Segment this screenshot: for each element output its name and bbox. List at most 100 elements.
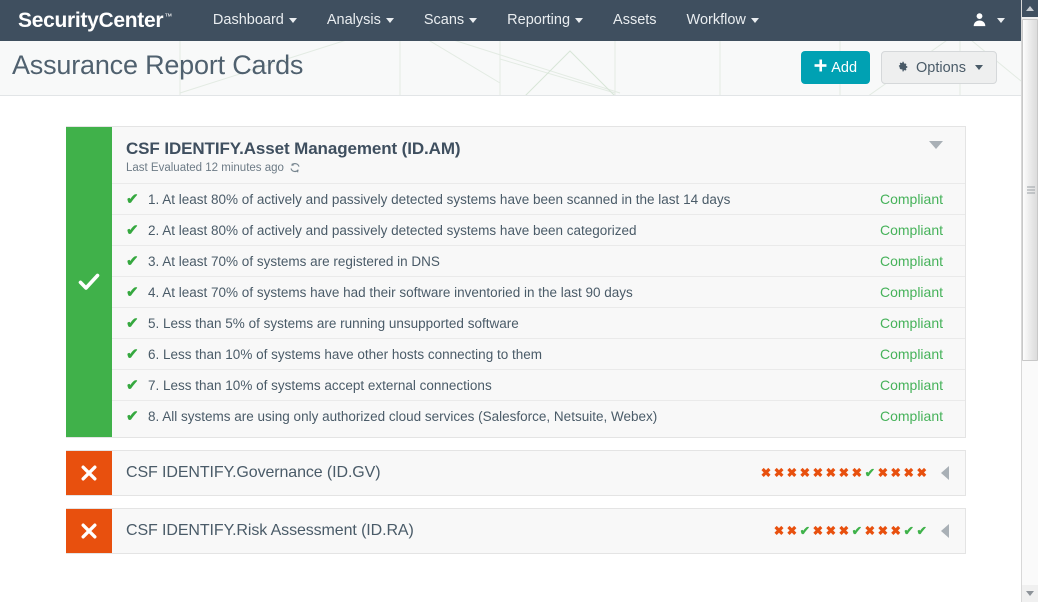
- chevron-down-icon: [385, 17, 394, 23]
- nav-item-dashboard[interactable]: Dashboard: [198, 0, 312, 41]
- check-icon: ✔: [126, 376, 139, 394]
- policy-text: 4. At least 70% of systems have had thei…: [148, 284, 633, 300]
- policy-text: 3. At least 70% of systems are registere…: [148, 253, 440, 269]
- mini-x-icon: ✖: [825, 465, 837, 480]
- chevron-left-icon[interactable]: [941, 524, 949, 538]
- policy-row[interactable]: ✔ 5. Less than 5% of systems are running…: [112, 307, 965, 338]
- scroll-up-button[interactable]: [1022, 0, 1038, 17]
- chevron-down-icon[interactable]: [929, 141, 943, 149]
- chevron-down-icon: [288, 17, 297, 23]
- arc-card-title: CSF IDENTIFY.Risk Assessment (ID.RA): [126, 522, 414, 539]
- mini-x-icon: ✖: [799, 465, 811, 480]
- nav-item-scans[interactable]: Scans: [409, 0, 492, 41]
- check-icon: ✔: [126, 407, 139, 425]
- securitycenter-logo[interactable]: SecurityCenter™: [18, 9, 172, 33]
- arc-card-asset-management: CSF IDENTIFY.Asset Management (ID.AM) La…: [66, 126, 966, 438]
- mini-x-icon: ✖: [773, 523, 785, 538]
- options-button-label: Options: [916, 59, 966, 76]
- mini-x-icon: ✖: [877, 523, 889, 538]
- arc-card-body: CSF IDENTIFY.Risk Assessment (ID.RA) ✖ ✖ ✔…: [112, 509, 965, 553]
- check-icon: ✔: [126, 283, 139, 301]
- policy-row[interactable]: ✔ 7. Less than 10% of systems accept ext…: [112, 369, 965, 400]
- check-icon: ✔: [126, 345, 139, 363]
- mini-x-icon: ✖: [760, 465, 772, 480]
- status-badge-fail: [66, 451, 112, 495]
- nav-item-label: Assets: [613, 12, 657, 28]
- check-icon: ✔: [126, 314, 139, 332]
- x-icon: [81, 523, 97, 539]
- browser-viewport: SecurityCenter™ Dashboard Analysis Scans…: [0, 0, 1021, 602]
- arc-card-governance[interactable]: CSF IDENTIFY.Governance (ID.GV) ✖ ✖ ✖ ✖ ✖ ✖ ✖ ✖…: [66, 450, 966, 496]
- vertical-scrollbar[interactable]: [1021, 0, 1038, 602]
- nav-item-analysis[interactable]: Analysis: [312, 0, 409, 41]
- policy-result: Compliant: [879, 346, 943, 362]
- policy-row[interactable]: ✔ 6. Less than 10% of systems have other…: [112, 338, 965, 369]
- nav-item-assets[interactable]: Assets: [598, 0, 672, 41]
- x-icon: [81, 465, 97, 481]
- add-button-label: Add: [831, 59, 858, 76]
- arc-card-subtitle: Last Evaluated 12 minutes ago: [126, 162, 947, 174]
- last-evaluated-text: Last Evaluated 12 minutes ago: [126, 162, 284, 174]
- nav-item-label: Reporting: [507, 12, 571, 28]
- mini-x-icon: ✖: [838, 523, 850, 538]
- arc-card-header[interactable]: CSF IDENTIFY.Asset Management (ID.AM) La…: [112, 127, 965, 183]
- scrollbar-thumb[interactable]: [1022, 19, 1038, 361]
- arc-card-title: CSF IDENTIFY.Governance (ID.GV): [126, 464, 381, 481]
- chevron-down-icon: [997, 18, 1005, 23]
- refresh-icon[interactable]: [289, 162, 301, 174]
- policy-statement-list: ✔ 1. At least 80% of actively and passiv…: [112, 183, 965, 437]
- mini-check-icon: ✔: [903, 523, 915, 538]
- brand-text: SecurityCenter: [18, 8, 164, 32]
- nav-item-list: Dashboard Analysis Scans Reporting Asset…: [198, 0, 774, 41]
- page-header-band: Assurance Report Cards Add Options: [0, 41, 1021, 96]
- chevron-down-icon: [575, 17, 584, 23]
- mini-x-icon: ✖: [786, 523, 798, 538]
- policy-result: Compliant: [879, 284, 943, 300]
- check-icon: ✔: [126, 221, 139, 239]
- policy-summary-strip: ✖ ✖ ✖ ✖ ✖ ✖ ✖ ✖ ✔ ✖ ✖ ✖ ✖: [761, 467, 927, 480]
- arc-card-title: CSF IDENTIFY.Asset Management (ID.AM): [126, 139, 461, 158]
- mini-x-icon: ✖: [903, 465, 915, 480]
- arc-card-body: CSF IDENTIFY.Governance (ID.GV) ✖ ✖ ✖ ✖ ✖ ✖ ✖ ✖…: [112, 451, 965, 495]
- policy-row[interactable]: ✔ 3. At least 70% of systems are registe…: [112, 245, 965, 276]
- policy-row[interactable]: ✔ 4. At least 70% of systems have had th…: [112, 276, 965, 307]
- policy-row[interactable]: ✔ 2. At least 80% of actively and passiv…: [112, 214, 965, 245]
- chevron-left-icon[interactable]: [941, 466, 949, 480]
- scroll-down-arrow-icon: [1026, 591, 1034, 596]
- mini-x-icon: ✖: [825, 523, 837, 538]
- policy-text: 2. At least 80% of actively and passivel…: [148, 222, 637, 238]
- arc-card-list: CSF IDENTIFY.Asset Management (ID.AM) La…: [0, 96, 1021, 602]
- mini-x-icon: ✖: [812, 523, 824, 538]
- policy-text: 5. Less than 5% of systems are running u…: [148, 315, 519, 331]
- arc-card-risk-assessment[interactable]: CSF IDENTIFY.Risk Assessment (ID.RA) ✖ ✖ ✔…: [66, 508, 966, 554]
- options-button[interactable]: Options: [881, 51, 997, 84]
- policy-result: Compliant: [879, 315, 943, 331]
- app-window: SecurityCenter™ Dashboard Analysis Scans…: [0, 0, 1038, 602]
- scroll-down-button[interactable]: [1022, 585, 1038, 602]
- policy-row[interactable]: ✔ 8. All systems are using only authoriz…: [112, 400, 965, 431]
- policy-row[interactable]: ✔ 1. At least 80% of actively and passiv…: [112, 183, 965, 214]
- nav-item-label: Analysis: [326, 12, 381, 28]
- mini-x-icon: ✖: [773, 465, 785, 480]
- policy-text: 8. All systems are using only authorized…: [148, 408, 658, 424]
- nav-item-label: Workflow: [686, 12, 746, 28]
- add-button[interactable]: Add: [801, 51, 871, 84]
- chevron-down-icon: [469, 17, 478, 23]
- mini-x-icon: ✖: [838, 465, 850, 480]
- user-icon: [972, 12, 987, 30]
- trademark-mark: ™: [164, 11, 172, 21]
- status-badge-pass: [66, 127, 112, 437]
- nav-item-workflow[interactable]: Workflow: [672, 0, 774, 41]
- page-title: Assurance Report Cards: [12, 50, 304, 80]
- scrollbar-track[interactable]: [1022, 361, 1038, 585]
- policy-result: Compliant: [879, 253, 943, 269]
- check-icon: ✔: [126, 252, 139, 270]
- nav-item-label: Scans: [423, 12, 465, 28]
- mini-x-icon: ✖: [890, 465, 902, 480]
- user-menu[interactable]: [972, 12, 1021, 30]
- nav-item-label: Dashboard: [212, 12, 284, 28]
- policy-result: Compliant: [879, 408, 943, 424]
- top-navigation-bar: SecurityCenter™ Dashboard Analysis Scans…: [0, 0, 1021, 41]
- chevron-down-icon: [975, 65, 983, 70]
- nav-item-reporting[interactable]: Reporting: [492, 0, 598, 41]
